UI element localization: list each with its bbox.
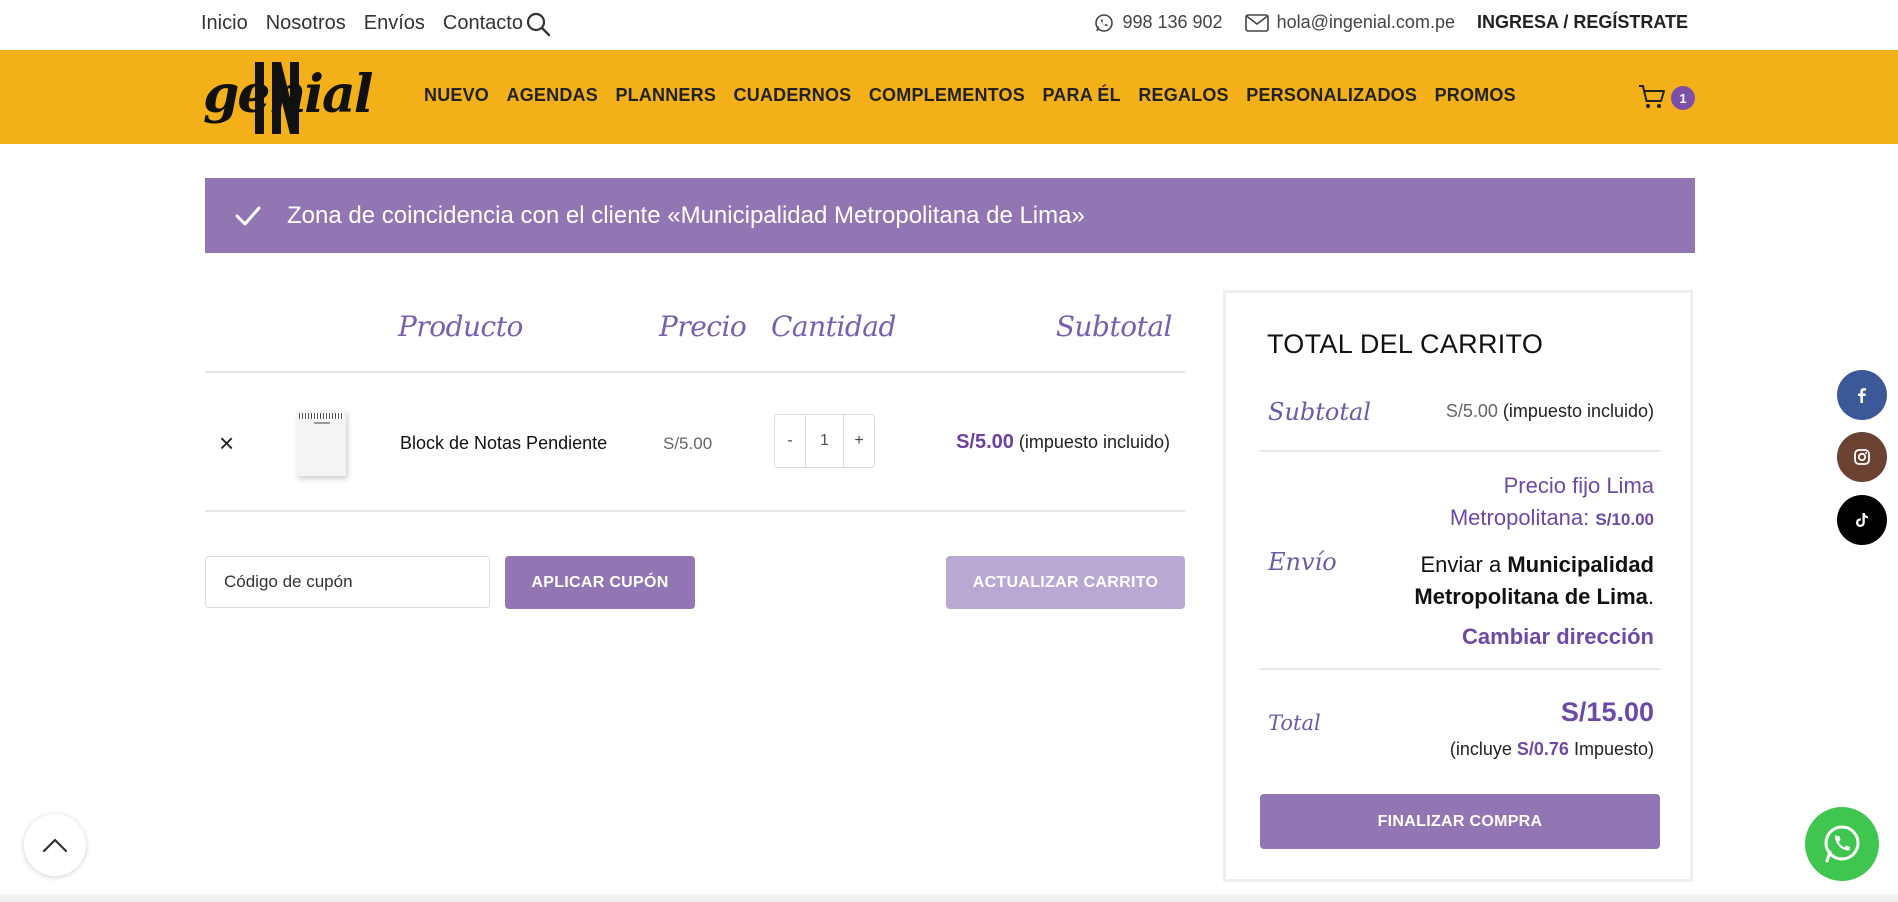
main-nav: NUEVO AGENDAS PLANNERS CUADERNOS COMPLEM… xyxy=(424,85,1533,106)
top-bar: Inicio Nosotros Envíos Contacto 998 136 … xyxy=(0,0,1898,50)
check-icon xyxy=(235,206,261,225)
instagram-button[interactable] xyxy=(1837,432,1887,482)
product-name-link[interactable]: Block de Notas Pendiente xyxy=(400,433,607,454)
email-link[interactable]: hola@ingenial.com.pe xyxy=(1244,12,1455,33)
shipping-destination: Enviar a Municipalidad Metropolitana de … xyxy=(1414,552,1654,609)
site-logo[interactable]: genial xyxy=(203,58,373,138)
tax-prefix: (incluye xyxy=(1449,739,1512,759)
nav-regalos[interactable]: REGALOS xyxy=(1138,85,1228,106)
nav-personalizados[interactable]: PERSONALIZADOS xyxy=(1246,85,1417,106)
tiktok-button[interactable] xyxy=(1837,495,1887,545)
whatsapp-icon xyxy=(1824,825,1860,863)
remove-item-button[interactable]: × xyxy=(219,430,234,456)
tax-suffix: Impuesto) xyxy=(1573,739,1654,759)
ship-to-prefix: Enviar a xyxy=(1420,552,1502,577)
cart-icon[interactable] xyxy=(1638,84,1666,110)
phone-link[interactable]: 998 136 902 xyxy=(1094,12,1223,33)
top-nav: Inicio Nosotros Envíos Contacto xyxy=(201,12,523,35)
col-header-price: Precio xyxy=(659,310,747,343)
instagram-icon xyxy=(1854,449,1870,465)
change-address-link[interactable]: Cambiar dirección xyxy=(1462,624,1654,650)
nav-planners[interactable]: PLANNERS xyxy=(615,85,716,106)
subtotal-value: S/5.00 (impuesto incluido) xyxy=(1446,401,1654,422)
table-divider xyxy=(205,371,1185,373)
top-link-contacto[interactable]: Contacto xyxy=(443,12,523,35)
shipping-method: Precio fijo Lima Metropolitana: S/10.00 xyxy=(1450,470,1654,536)
contact-bar: 998 136 902 hola@ingenial.com.pe INGRESA… xyxy=(1094,12,1688,33)
ship-to-place-line1: Municipalidad xyxy=(1507,552,1654,577)
success-notice: Zona de coincidencia con el cliente «Mun… xyxy=(205,178,1695,253)
whatsapp-small-icon xyxy=(1095,13,1114,32)
login-register-link[interactable]: INGRESA / REGÍSTRATE xyxy=(1477,12,1688,33)
subtotal-label: Subtotal xyxy=(1268,398,1371,426)
product-subtotal: S/5.00 (impuesto incluido) xyxy=(956,431,1170,454)
thumbnail-caption xyxy=(314,422,330,424)
cart-totals-box: TOTAL DEL CARRITO Subtotal S/5.00 (impue… xyxy=(1223,290,1693,882)
notice-message: Zona de coincidencia con el cliente «Mun… xyxy=(287,201,1085,229)
shipping-label: Envío xyxy=(1268,548,1337,576)
nav-nuevo[interactable]: NUEVO xyxy=(424,85,489,106)
chevron-up-icon xyxy=(42,838,68,853)
qty-plus-button[interactable]: + xyxy=(844,415,874,467)
phone-number: 998 136 902 xyxy=(1122,12,1223,32)
total-value: S/15.00 xyxy=(1560,697,1654,727)
facebook-button[interactable] xyxy=(1837,370,1887,420)
totals-divider xyxy=(1260,668,1660,670)
logo-text: genial xyxy=(203,64,373,125)
nav-cuadernos[interactable]: CUADERNOS xyxy=(734,85,852,106)
cart-count-badge[interactable]: 1 xyxy=(1671,86,1695,110)
top-link-envios[interactable]: Envíos xyxy=(364,12,425,35)
facebook-icon xyxy=(1858,388,1866,403)
scroll-to-top-button[interactable] xyxy=(24,814,86,876)
page-bottom-edge xyxy=(0,894,1898,902)
search-icon[interactable] xyxy=(525,11,551,37)
subtotal-amount: S/5.00 xyxy=(1445,401,1498,421)
shipping-price: S/10.00 xyxy=(1595,510,1654,529)
col-header-subtotal: Subtotal xyxy=(1055,310,1173,343)
shipping-method-line2: Metropolitana: xyxy=(1449,505,1590,530)
main-header: genial NUEVO AGENDAS PLANNERS CUADERNOS … xyxy=(0,50,1898,144)
product-price: S/5.00 xyxy=(663,434,713,453)
update-cart-button[interactable]: ACTUALIZAR CARRITO xyxy=(946,556,1185,609)
qty-minus-button[interactable]: - xyxy=(775,415,805,467)
total-label: Total xyxy=(1268,711,1321,735)
nav-complementos[interactable]: COMPLEMENTOS xyxy=(869,85,1025,106)
product-subtotal-note: (impuesto incluido) xyxy=(1018,432,1170,452)
quantity-stepper: - 1 + xyxy=(774,414,875,468)
cart-totals-title: TOTAL DEL CARRITO xyxy=(1267,329,1544,359)
product-subtotal-value: S/5.00 xyxy=(956,431,1014,453)
nav-promos[interactable]: PROMOS xyxy=(1435,85,1516,106)
totals-divider xyxy=(1260,450,1660,452)
tax-value: S/0.76 xyxy=(1516,739,1569,759)
checkout-button[interactable]: FINALIZAR COMPRA xyxy=(1260,794,1660,849)
whatsapp-chat-button[interactable] xyxy=(1805,807,1879,881)
email-address: hola@ingenial.com.pe xyxy=(1276,12,1455,32)
qty-input[interactable]: 1 xyxy=(805,415,844,467)
mail-icon xyxy=(1244,13,1269,32)
coupon-input[interactable]: Código de cupón xyxy=(205,556,490,608)
product-thumbnail[interactable] xyxy=(296,410,346,476)
col-header-quantity: Cantidad xyxy=(771,310,896,343)
ship-to-place-line2: Metropolitana de Lima xyxy=(1414,584,1648,609)
shipping-method-line1: Precio fijo Lima xyxy=(1503,473,1654,498)
nav-para-el[interactable]: PARA ÉL xyxy=(1042,85,1120,106)
apply-coupon-button[interactable]: APLICAR CUPÓN xyxy=(505,556,695,609)
top-link-inicio[interactable]: Inicio xyxy=(201,12,248,35)
barcode-graphic xyxy=(299,413,343,419)
tiktok-icon xyxy=(1856,513,1868,527)
table-divider xyxy=(205,510,1185,512)
col-header-product: Producto xyxy=(398,310,523,343)
nav-agendas[interactable]: AGENDAS xyxy=(507,85,598,106)
tax-note: (incluye S/0.76 Impuesto) xyxy=(1450,739,1654,760)
top-link-nosotros[interactable]: Nosotros xyxy=(266,12,346,35)
subtotal-note: (impuesto incluido) xyxy=(1502,401,1654,421)
